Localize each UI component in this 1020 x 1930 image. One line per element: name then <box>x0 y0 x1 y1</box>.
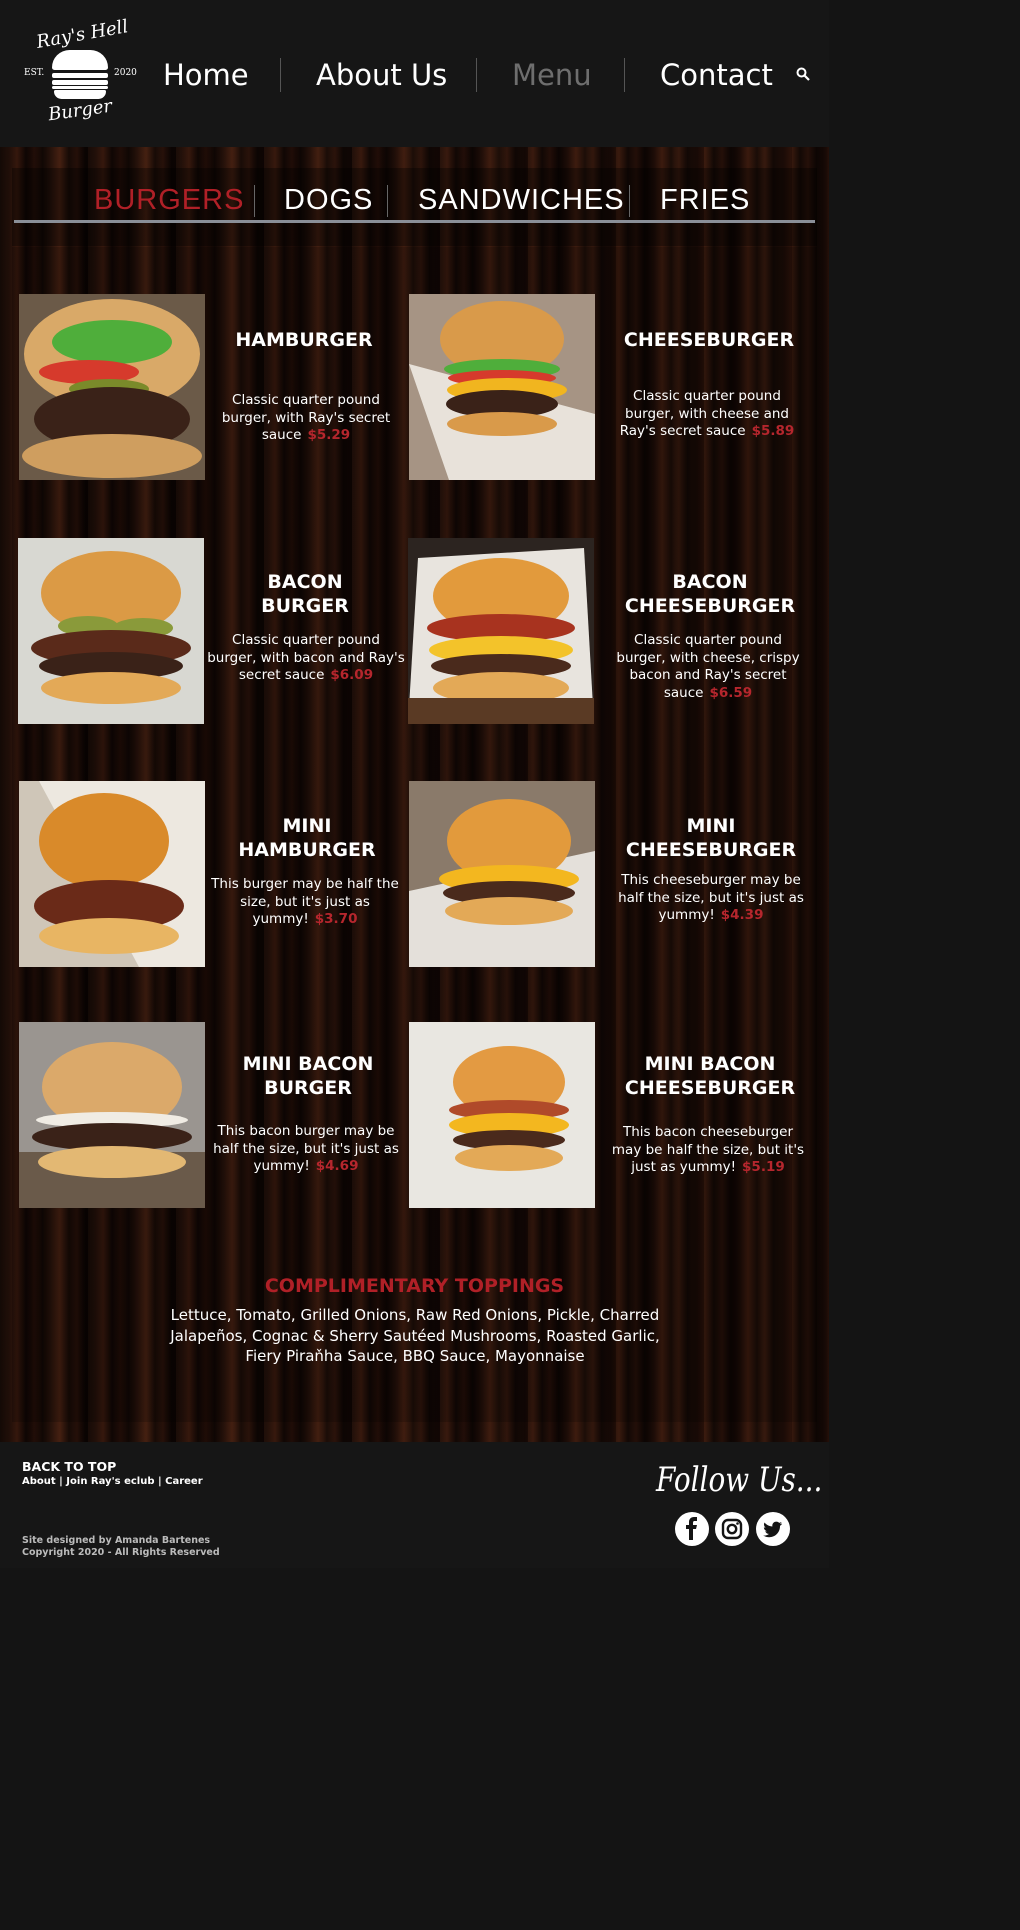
logo-year: 2020 <box>114 68 137 78</box>
item-price: $6.59 <box>709 684 753 701</box>
item-price: $6.09 <box>330 667 374 683</box>
item-title: CHEESEBURGER <box>623 329 795 351</box>
follow-us-heading: Follow Us... <box>656 1460 823 1500</box>
nav-divider <box>476 58 477 92</box>
tab-sandwiches[interactable]: SANDWICHES <box>418 183 625 217</box>
item-title: MINI CHEESEBURGER <box>625 815 797 861</box>
category-divider <box>387 185 388 217</box>
brand-logo[interactable]: Ray's Hell EST. 2020 Burger <box>22 16 140 132</box>
bacon-burger-photo <box>18 538 204 724</box>
item-title: BACON CHEESEBURGER <box>624 571 796 617</box>
twitter-icon[interactable] <box>756 1512 790 1546</box>
mini-hamburger-photo <box>19 781 205 967</box>
item-price: $3.70 <box>314 911 358 927</box>
search-icon[interactable] <box>796 67 810 81</box>
mini-cheeseburger-photo <box>409 781 595 967</box>
item-description: Classic quarter pound burger, with Ray's… <box>221 392 391 443</box>
logo-script-top: Ray's Hell <box>34 16 130 53</box>
item-description: This burger may be half the size, but it… <box>211 876 399 927</box>
mini-bacon-burger-photo <box>19 1022 205 1208</box>
item-title: MINI BACON BURGER <box>242 1053 374 1099</box>
tab-fries[interactable]: FRIES <box>660 183 750 217</box>
item-description: This cheeseburger may be half the size, … <box>618 872 804 923</box>
burger-logo-icon <box>52 50 108 100</box>
footer-link-career[interactable]: Career <box>165 1476 203 1487</box>
item-price: $5.89 <box>751 423 795 439</box>
bacon-cheeseburger-photo <box>408 538 594 724</box>
item-title: BACON BURGER <box>261 571 349 617</box>
nav-home[interactable]: Home <box>163 58 249 92</box>
item-description: Classic quarter pound burger, with chees… <box>616 632 800 701</box>
logo-script-bottom: Burger <box>46 95 114 126</box>
item-description: This bacon burger may be half the size, … <box>213 1123 399 1174</box>
toppings-list: Lettuce, Tomato, Grilled Onions, Raw Red… <box>170 1306 660 1365</box>
back-to-top-link[interactable]: BACK TO TOP <box>22 1459 116 1474</box>
footer-credit: Site designed by Amanda Bartenes Copyrig… <box>22 1535 220 1558</box>
footer-link-about[interactable]: About <box>22 1476 56 1487</box>
footer-links: About | Join Ray's eclub | Career <box>22 1476 203 1487</box>
item-title: HAMBURGER <box>235 329 373 351</box>
item-price: $5.19 <box>742 1159 785 1175</box>
item-description: This bacon cheeseburger may be half the … <box>611 1124 805 1175</box>
item-title: MINI HAMBURGER <box>238 815 376 861</box>
hamburger-photo <box>19 294 205 480</box>
item-description: Classic quarter pound burger, with chees… <box>619 388 795 439</box>
tab-dogs[interactable]: DOGS <box>284 183 373 217</box>
category-divider <box>629 185 630 217</box>
item-title: MINI BACON CHEESEBURGER <box>624 1053 796 1099</box>
nav-divider <box>624 58 625 92</box>
facebook-icon[interactable] <box>675 1512 709 1546</box>
instagram-icon[interactable] <box>715 1512 749 1546</box>
nav-divider <box>280 58 281 92</box>
tab-burgers[interactable]: BURGERS <box>94 183 244 217</box>
logo-est: EST. <box>24 68 45 78</box>
mini-bacon-cheeseburger-photo <box>409 1022 595 1208</box>
item-price: $4.39 <box>720 907 764 923</box>
item-price: $5.29 <box>307 427 351 443</box>
category-underline <box>14 220 815 223</box>
cheeseburger-photo <box>409 294 595 480</box>
item-description: Classic quarter pound burger, with bacon… <box>207 632 405 683</box>
footer-link-eclub[interactable]: Join Ray's eclub <box>66 1476 154 1487</box>
item-price: $4.69 <box>315 1158 359 1174</box>
toppings-heading: COMPLIMENTARY TOPPINGS <box>264 1275 565 1297</box>
nav-contact[interactable]: Contact <box>660 58 773 92</box>
site-header: Ray's Hell EST. 2020 Burger Home About U… <box>0 0 829 147</box>
nav-menu[interactable]: Menu <box>512 58 592 92</box>
category-divider <box>254 185 255 217</box>
nav-about-us[interactable]: About Us <box>316 58 447 92</box>
